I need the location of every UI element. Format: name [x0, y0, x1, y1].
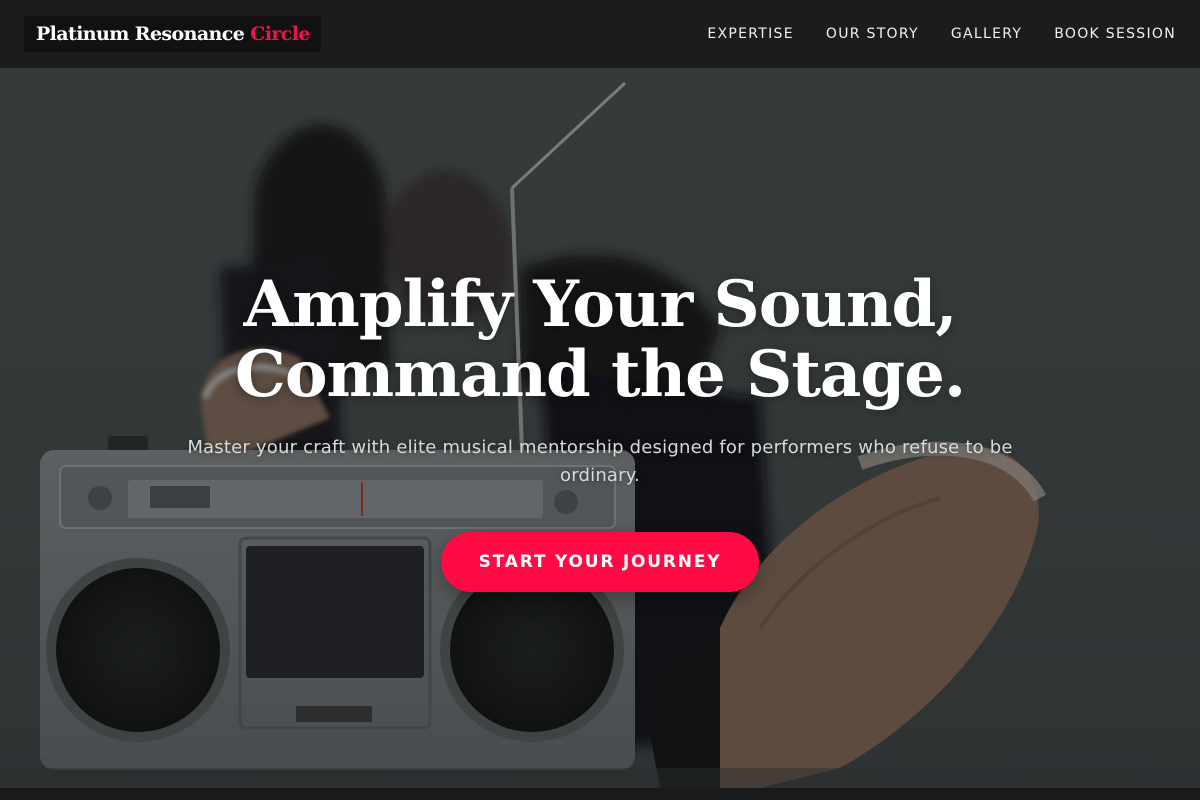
hero-section: Amplify Your Sound, Command the Stage. M…: [0, 68, 1200, 788]
page-bottom-edge: [0, 788, 1200, 800]
brand-accent: Circle: [250, 23, 310, 45]
main-nav: EXPERTISE OUR STORY GALLERY BOOK SESSION: [707, 26, 1176, 42]
nav-link-expertise[interactable]: EXPERTISE: [707, 26, 794, 42]
headline-line-1: Amplify Your Sound,: [243, 267, 957, 342]
brand-name: Platinum Resonance: [36, 23, 245, 45]
nav-link-book-session[interactable]: BOOK SESSION: [1054, 26, 1176, 42]
top-navbar: Platinum Resonance Circle EXPERTISE OUR S…: [0, 0, 1200, 68]
brand-logo[interactable]: Platinum Resonance Circle: [24, 16, 321, 52]
start-journey-button[interactable]: START YOUR JOURNEY: [441, 532, 759, 592]
hero-subtitle: Master your craft with elite musical men…: [187, 437, 1013, 486]
hero-headline: Amplify Your Sound, Command the Stage.: [234, 267, 966, 412]
nav-link-gallery[interactable]: GALLERY: [951, 26, 1022, 42]
headline-line-2: Command the Stage.: [234, 337, 966, 412]
hero-content: Amplify Your Sound, Command the Stage. M…: [0, 68, 1200, 788]
nav-link-our-story[interactable]: OUR STORY: [826, 26, 919, 42]
